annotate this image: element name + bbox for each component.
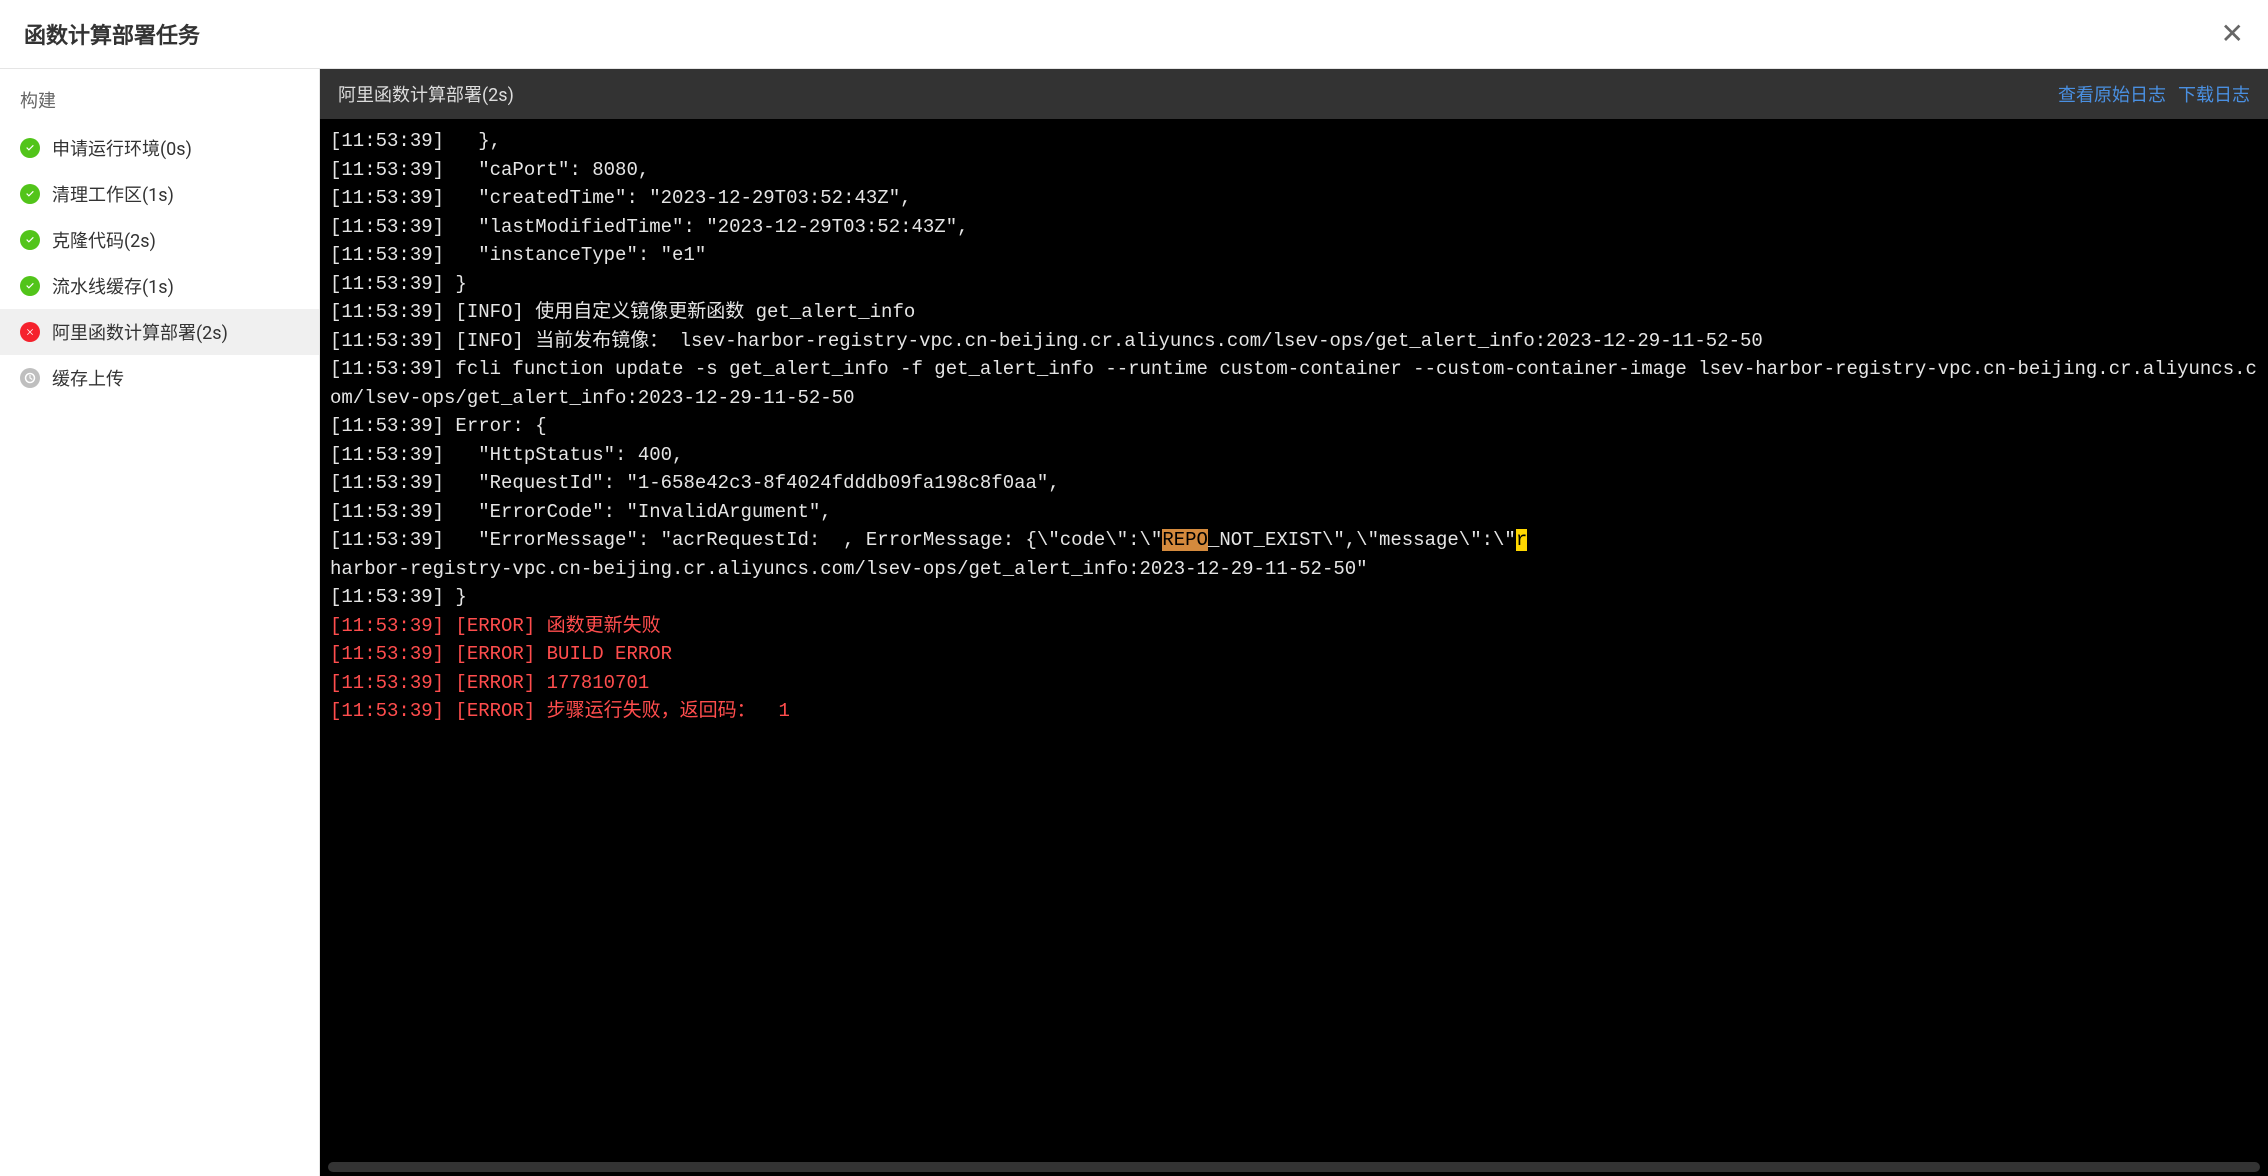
step-label: 清理工作区(1s) [52,181,174,207]
log-panel: 阿里函数计算部署(2s) 查看原始日志 下载日志 [11:53:39] },[1… [320,69,2268,1176]
log-line: [11:53:39] "ErrorMessage": "acrRequestId… [330,526,2258,555]
step-item[interactable]: 阿里函数计算部署(2s) [0,309,319,355]
success-icon [20,230,40,250]
step-item[interactable]: 流水线缓存(1s) [0,263,319,309]
main-area: 构建 申请运行环境(0s) 清理工作区(1s) 克隆代码(2s) 流水线缓存(1… [0,69,2268,1176]
log-line: [11:53:39] }, [330,127,2258,156]
modal-title: 函数计算部署任务 [24,18,200,50]
log-panel-header: 阿里函数计算部署(2s) 查看原始日志 下载日志 [320,69,2268,119]
modal-header: 函数计算部署任务 ✕ [0,0,2268,69]
pending-icon [20,368,40,388]
log-line: [11:53:39] fcli function update -s get_a… [330,355,2258,412]
highlight-text: r [1516,529,1527,551]
step-label: 流水线缓存(1s) [52,273,174,299]
highlight-text: REPO [1162,529,1208,551]
log-panel-title: 阿里函数计算部署(2s) [338,81,514,107]
log-line: [11:53:39] "lastModifiedTime": "2023-12-… [330,213,2258,242]
view-raw-log-link[interactable]: 查看原始日志 [2058,81,2166,107]
log-line: [11:53:39] [ERROR] BUILD ERROR [330,640,2258,669]
log-line: [11:53:39] "ErrorCode": "InvalidArgument… [330,498,2258,527]
log-output[interactable]: [11:53:39] },[11:53:39] "caPort": 8080,[… [320,119,2268,1158]
step-item[interactable]: 缓存上传 [0,355,319,401]
log-line: [11:53:39] Error: { [330,412,2258,441]
step-item[interactable]: 申请运行环境(0s) [0,125,319,171]
log-line: [11:53:39] "instanceType": "e1" [330,241,2258,270]
step-label: 申请运行环境(0s) [52,135,192,161]
success-icon [20,138,40,158]
step-label: 克隆代码(2s) [52,227,156,253]
log-line: [11:53:39] "caPort": 8080, [330,156,2258,185]
success-icon [20,184,40,204]
log-actions: 查看原始日志 下载日志 [2058,81,2250,107]
log-line: [11:53:39] [INFO] 当前发布镜像： lsev-harbor-re… [330,327,2258,356]
sidebar-section-title: 构建 [0,69,319,125]
log-line: [11:53:39] "HttpStatus": 400, [330,441,2258,470]
log-line: [11:53:39] [ERROR] 步骤运行失败，返回码： 1 [330,697,2258,726]
log-line: [11:53:39] } [330,583,2258,612]
log-line: [11:53:39] [INFO] 使用自定义镜像更新函数 get_alert_… [330,298,2258,327]
close-icon[interactable]: ✕ [2221,20,2244,48]
step-item[interactable]: 清理工作区(1s) [0,171,319,217]
log-line: [11:53:39] [ERROR] 函数更新失败 [330,612,2258,641]
log-line: harbor-registry-vpc.cn-beijing.cr.aliyun… [330,555,2258,584]
success-icon [20,276,40,296]
error-icon [20,322,40,342]
log-line: [11:53:39] [ERROR] 177810701 [330,669,2258,698]
steps-sidebar: 构建 申请运行环境(0s) 清理工作区(1s) 克隆代码(2s) 流水线缓存(1… [0,69,320,1176]
log-line: [11:53:39] "RequestId": "1-658e42c3-8f40… [330,469,2258,498]
download-log-link[interactable]: 下载日志 [2178,81,2250,107]
log-line: [11:53:39] "createdTime": "2023-12-29T03… [330,184,2258,213]
horizontal-scrollbar[interactable] [328,1162,2260,1172]
log-line: [11:53:39] } [330,270,2258,299]
app-container: 函数计算部署任务 ✕ 构建 申请运行环境(0s) 清理工作区(1s) 克隆代码(… [0,0,2268,1176]
step-label: 阿里函数计算部署(2s) [52,319,228,345]
step-item[interactable]: 克隆代码(2s) [0,217,319,263]
step-label: 缓存上传 [52,365,124,391]
